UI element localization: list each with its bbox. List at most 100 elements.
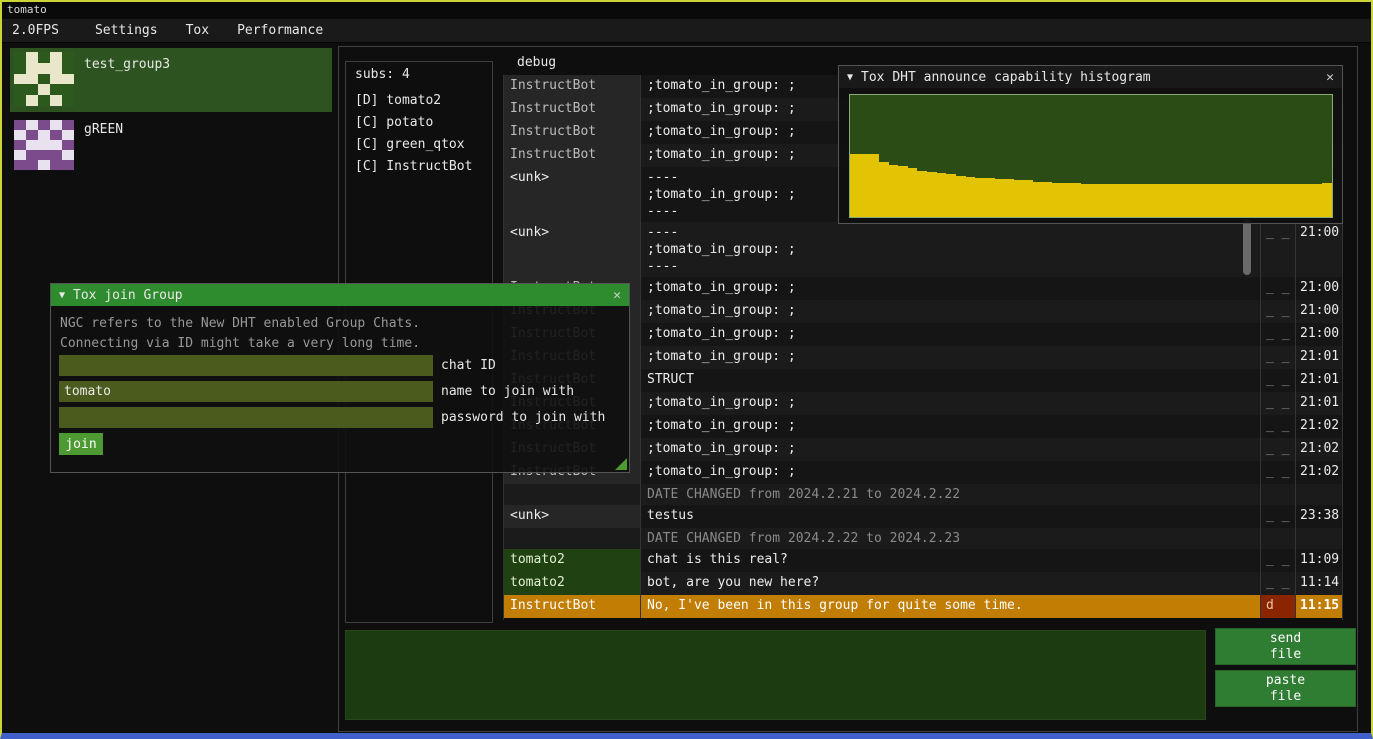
message-flags bbox=[1261, 484, 1296, 505]
message-text: testus bbox=[641, 505, 1261, 528]
message-time bbox=[1296, 484, 1343, 505]
histogram-bar bbox=[966, 177, 976, 217]
message-flags: _ _ bbox=[1261, 277, 1296, 300]
subs-member-instructbot[interactable]: [C] InstructBot bbox=[346, 156, 492, 178]
group-label: test_group3 bbox=[84, 57, 170, 72]
dht-histogram-titlebar[interactable]: ▼ Tox DHT announce capability histogram … bbox=[839, 66, 1342, 88]
histogram-bar bbox=[1178, 184, 1188, 217]
chat-id-input[interactable] bbox=[59, 355, 433, 376]
histogram-bar bbox=[1187, 184, 1197, 217]
tab-debug[interactable]: debug bbox=[511, 55, 562, 70]
message-flags: _ _ bbox=[1261, 392, 1296, 415]
histogram-bar bbox=[1062, 183, 1072, 217]
subs-member-green_qtox[interactable]: [C] green_qtox bbox=[346, 134, 492, 156]
histogram-bar bbox=[1245, 184, 1255, 217]
histogram-bar bbox=[1014, 180, 1024, 217]
menu-bar: 2.0FPS Settings Tox Performance bbox=[2, 19, 1371, 43]
join-group-title: Tox join Group bbox=[73, 288, 605, 303]
resize-grip[interactable] bbox=[615, 458, 627, 470]
menu-settings[interactable]: Settings bbox=[81, 19, 172, 42]
sender-name: <unk> bbox=[504, 167, 641, 222]
message-text: ;tomato_in_group: ; bbox=[641, 300, 1261, 323]
sender-name: InstructBot bbox=[504, 75, 641, 98]
histogram-bar bbox=[908, 168, 918, 217]
histogram-bar bbox=[1033, 182, 1043, 217]
message-text: ---- ;tomato_in_group: ; ---- bbox=[641, 222, 1261, 277]
message-time: 11:09 bbox=[1296, 549, 1343, 572]
histogram-bar bbox=[898, 166, 908, 217]
message-text: ;tomato_in_group: ; bbox=[641, 277, 1261, 300]
histogram-bar bbox=[1168, 184, 1178, 217]
message-flags: _ _ bbox=[1261, 438, 1296, 461]
group-item-green[interactable]: gREEN bbox=[10, 116, 332, 174]
histogram-bar bbox=[975, 178, 985, 217]
message-flags: d bbox=[1261, 595, 1296, 618]
message-flags: _ _ bbox=[1261, 323, 1296, 346]
message-time: 21:00 bbox=[1296, 222, 1343, 277]
histogram-bar bbox=[889, 165, 899, 217]
sender-name: InstructBot bbox=[504, 144, 641, 167]
subs-member-tomato2[interactable]: [D] tomato2 bbox=[346, 90, 492, 112]
histogram-bar bbox=[1236, 184, 1246, 217]
join-button[interactable]: join bbox=[59, 433, 103, 455]
app-window: tomato 2.0FPS Settings Tox Performance t… bbox=[0, 0, 1373, 739]
message-flags: _ _ bbox=[1261, 369, 1296, 392]
date-separator-row[interactable]: DATE CHANGED from 2024.2.22 to 2024.2.23 bbox=[504, 528, 1342, 549]
message-time: 11:15 bbox=[1296, 595, 1343, 618]
menu-tox[interactable]: Tox bbox=[172, 19, 223, 42]
message-time: 21:00 bbox=[1296, 277, 1343, 300]
histogram-bar bbox=[956, 176, 966, 217]
paste-file-button[interactable]: paste file bbox=[1215, 670, 1356, 707]
histogram-bar bbox=[1120, 184, 1130, 217]
histogram-bar bbox=[1072, 183, 1082, 217]
sender-name: tomato2 bbox=[504, 549, 641, 572]
message-time: 21:02 bbox=[1296, 415, 1343, 438]
menu-performance[interactable]: Performance bbox=[223, 19, 337, 42]
chat-scrollbar-thumb[interactable] bbox=[1243, 219, 1251, 275]
chat-message-row[interactable]: <unk>---- ;tomato_in_group: ; ----_ _21:… bbox=[504, 222, 1342, 277]
histogram-bar bbox=[1274, 184, 1284, 217]
message-text: No, I've been in this group for quite so… bbox=[641, 595, 1261, 618]
histogram-bar bbox=[1004, 179, 1014, 217]
join-group-titlebar[interactable]: ▼ Tox join Group ✕ bbox=[51, 284, 629, 306]
message-input[interactable] bbox=[345, 630, 1206, 720]
histogram-bar bbox=[1110, 184, 1120, 217]
chat-message-row[interactable]: <unk>testus_ _23:38 bbox=[504, 505, 1342, 528]
join-password-input[interactable] bbox=[59, 407, 433, 428]
message-text: chat is this real? bbox=[641, 549, 1261, 572]
chat-message-row[interactable]: InstructBotNo, I've been in this group f… bbox=[504, 595, 1342, 618]
sender-name: InstructBot bbox=[504, 595, 641, 618]
sender-name: InstructBot bbox=[504, 98, 641, 121]
close-icon[interactable]: ✕ bbox=[613, 288, 621, 303]
date-separator-row[interactable]: DATE CHANGED from 2024.2.21 to 2024.2.22 bbox=[504, 484, 1342, 505]
collapse-arrow-icon[interactable]: ▼ bbox=[847, 72, 853, 83]
histogram-plot bbox=[849, 94, 1333, 218]
histogram-bar bbox=[1303, 184, 1313, 217]
chat-message-row[interactable]: tomato2bot, are you new here?_ _11:14 bbox=[504, 572, 1342, 595]
sender-name bbox=[504, 484, 641, 505]
join-description-line2: Connecting via ID might take a very long… bbox=[60, 336, 420, 351]
chat-message-row[interactable]: tomato2chat is this real?_ _11:09 bbox=[504, 549, 1342, 572]
histogram-bar bbox=[860, 154, 870, 217]
join-name-input[interactable] bbox=[59, 381, 433, 402]
collapse-arrow-icon[interactable]: ▼ bbox=[59, 290, 65, 301]
group-item-test_group3[interactable]: test_group3 bbox=[10, 48, 332, 112]
histogram-bar bbox=[869, 154, 879, 217]
histogram-bar bbox=[1024, 180, 1034, 217]
message-flags: _ _ bbox=[1261, 222, 1296, 277]
close-icon[interactable]: ✕ bbox=[1326, 70, 1334, 85]
send-file-button[interactable]: send file bbox=[1215, 628, 1356, 665]
group-avatar-green bbox=[14, 120, 74, 170]
histogram-bar bbox=[995, 179, 1005, 217]
chat-id-label: chat ID bbox=[441, 358, 496, 373]
window-titlebar: tomato bbox=[2, 2, 1371, 19]
message-time: 21:00 bbox=[1296, 300, 1343, 323]
histogram-bar bbox=[946, 174, 956, 217]
message-flags: _ _ bbox=[1261, 549, 1296, 572]
message-flags: _ _ bbox=[1261, 300, 1296, 323]
message-time: 21:02 bbox=[1296, 461, 1343, 484]
histogram-bar bbox=[1101, 184, 1111, 217]
chat-id-row: chat ID bbox=[59, 355, 496, 376]
message-text: ;tomato_in_group: ; bbox=[641, 415, 1261, 438]
subs-member-potato[interactable]: [C] potato bbox=[346, 112, 492, 134]
